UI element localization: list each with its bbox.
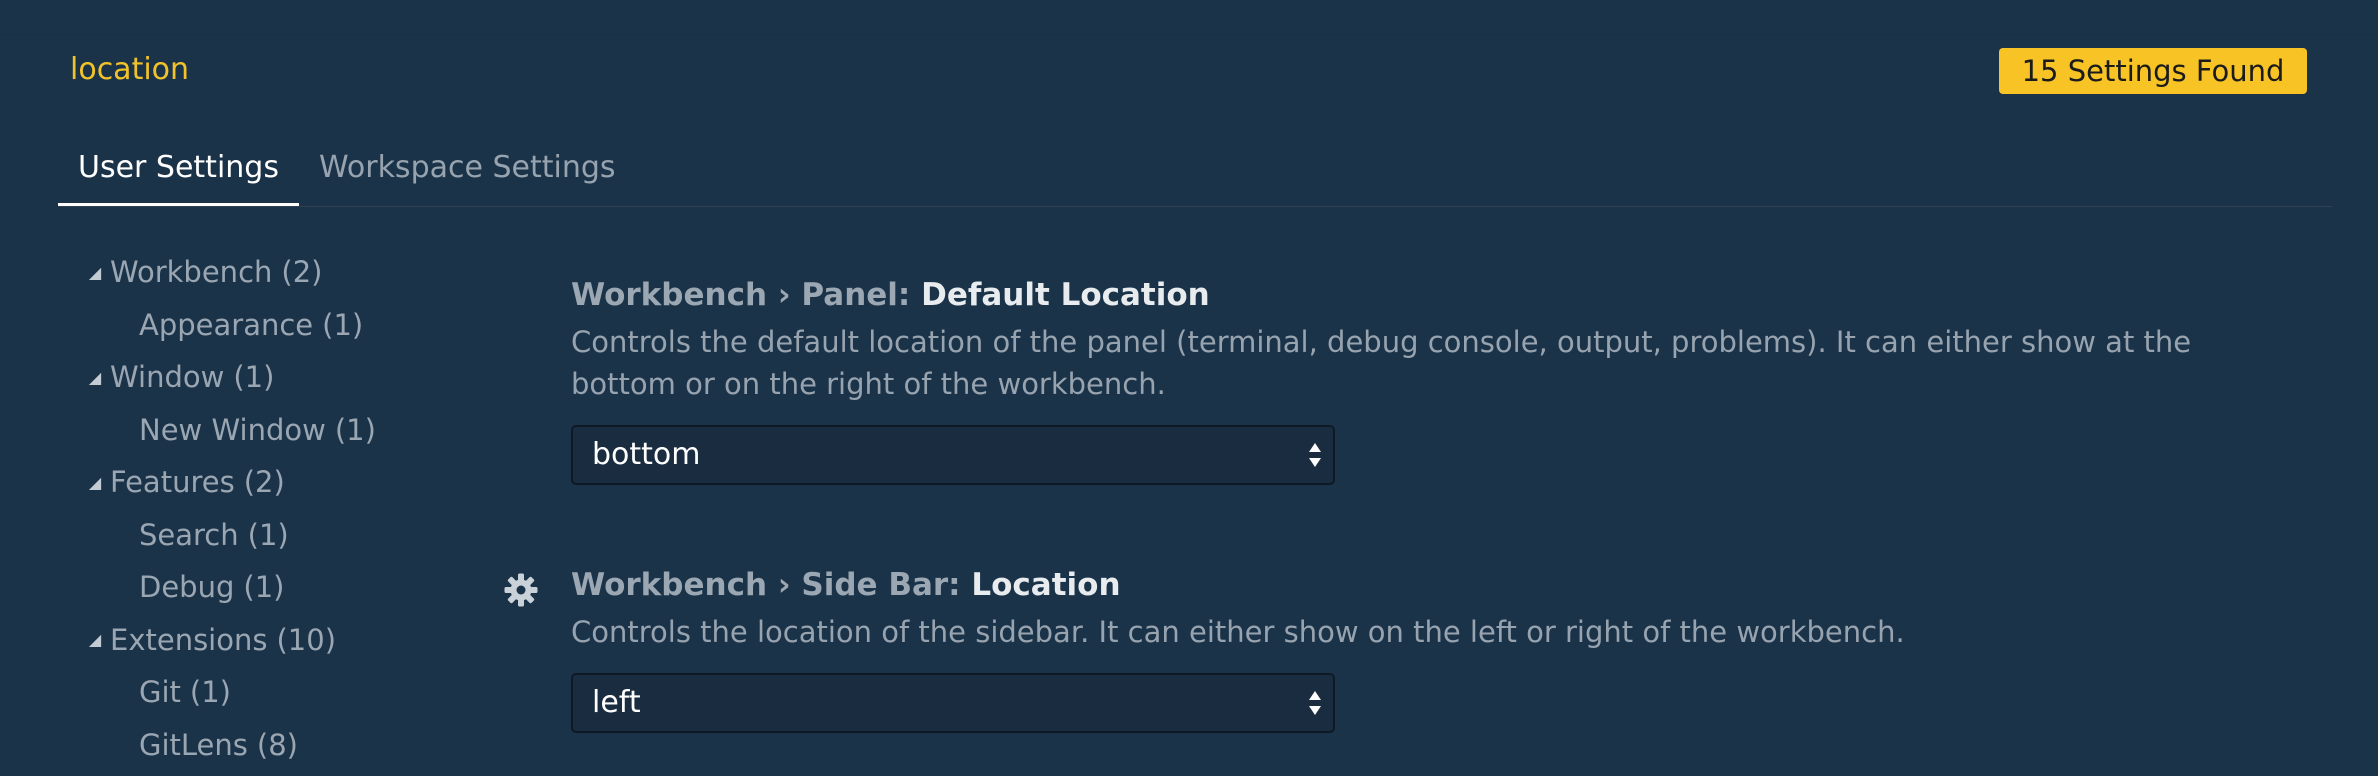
- toc-item-label: Window: [110, 360, 225, 395]
- select-arrows-icon: [1309, 691, 1321, 715]
- toc-item-label: Appearance: [139, 307, 314, 342]
- select-value: bottom: [592, 437, 701, 472]
- toc-item-extensions[interactable]: ◢ Extensions (10): [80, 614, 480, 667]
- toc-item-appearance[interactable]: Appearance (1): [80, 299, 480, 352]
- toc-item-label: Search: [139, 517, 239, 552]
- toc-item-label: Workbench: [110, 255, 273, 290]
- toc-item-count: (1): [322, 307, 364, 342]
- toc-item-new-window[interactable]: New Window (1): [80, 404, 480, 457]
- toc-item-label: GitLens: [139, 727, 248, 762]
- triangle-expanded-icon: ◢: [88, 262, 102, 282]
- tab-user-settings[interactable]: User Settings: [58, 138, 299, 206]
- settings-search-input[interactable]: [58, 44, 1982, 94]
- select-value: left: [592, 685, 641, 720]
- toc-item-count: (2): [281, 255, 323, 290]
- toc-item-count: (8): [256, 727, 298, 762]
- toc-item-count: (1): [334, 412, 376, 447]
- toc-item-count: (2): [243, 465, 285, 500]
- panel-location-select[interactable]: bottom: [571, 425, 1335, 485]
- toc-item-label: Features: [110, 465, 235, 500]
- results-count-badge: 15 Settings Found: [1999, 48, 2307, 94]
- toc-item-gitlens[interactable]: GitLens (8): [80, 719, 480, 772]
- triangle-expanded-icon: ◢: [88, 472, 102, 492]
- sidebar-location-select[interactable]: left: [571, 673, 1335, 733]
- toc-item-label: New Window: [139, 412, 326, 447]
- setting-description: Controls the location of the sidebar. It…: [571, 615, 1905, 649]
- setting-title: Workbench › Panel: Default Location: [571, 273, 2271, 317]
- settings-toc: ◢ Workbench (2) Appearance (1) ◢ Window …: [80, 246, 480, 771]
- toc-item-label: Extensions: [110, 622, 268, 657]
- triangle-expanded-icon: ◢: [88, 630, 102, 650]
- toc-item-debug[interactable]: Debug (1): [80, 561, 480, 614]
- setting-panel-default-location: Workbench › Panel: Default Location Cont…: [571, 273, 2271, 485]
- toc-item-git[interactable]: Git (1): [80, 666, 480, 719]
- toc-item-label: Debug: [139, 570, 235, 605]
- toc-item-workbench[interactable]: ◢ Workbench (2): [80, 246, 480, 299]
- setting-name: Location: [971, 567, 1121, 603]
- setting-category: Workbench › Panel:: [571, 277, 922, 313]
- toc-item-count: (1): [233, 360, 275, 395]
- settings-tabs: User Settings Workspace Settings: [58, 138, 636, 206]
- tabs-divider: [58, 206, 2332, 207]
- toc-item-count: (10): [276, 622, 337, 657]
- toc-item-count: (1): [189, 675, 231, 710]
- setting-category: Workbench › Side Bar:: [571, 567, 972, 603]
- tab-workspace-settings[interactable]: Workspace Settings: [299, 138, 636, 206]
- toc-item-count: (1): [247, 517, 289, 552]
- toc-item-search[interactable]: Search (1): [80, 509, 480, 562]
- toc-item-features[interactable]: ◢ Features (2): [80, 456, 480, 509]
- toc-item-count: (1): [243, 570, 285, 605]
- editor-top-strip: [0, 0, 2378, 35]
- setting-name: Default Location: [921, 277, 1210, 313]
- toc-item-window[interactable]: ◢ Window (1): [80, 351, 480, 404]
- setting-description: Controls the default location of the pan…: [571, 325, 2192, 401]
- setting-sidebar-location: Workbench › Side Bar: Location Controls …: [571, 563, 2271, 733]
- setting-title: Workbench › Side Bar: Location: [571, 563, 2271, 607]
- select-arrows-icon: [1309, 443, 1321, 467]
- toc-item-label: Git: [139, 675, 181, 710]
- gear-icon[interactable]: [503, 572, 539, 608]
- triangle-expanded-icon: ◢: [88, 367, 102, 387]
